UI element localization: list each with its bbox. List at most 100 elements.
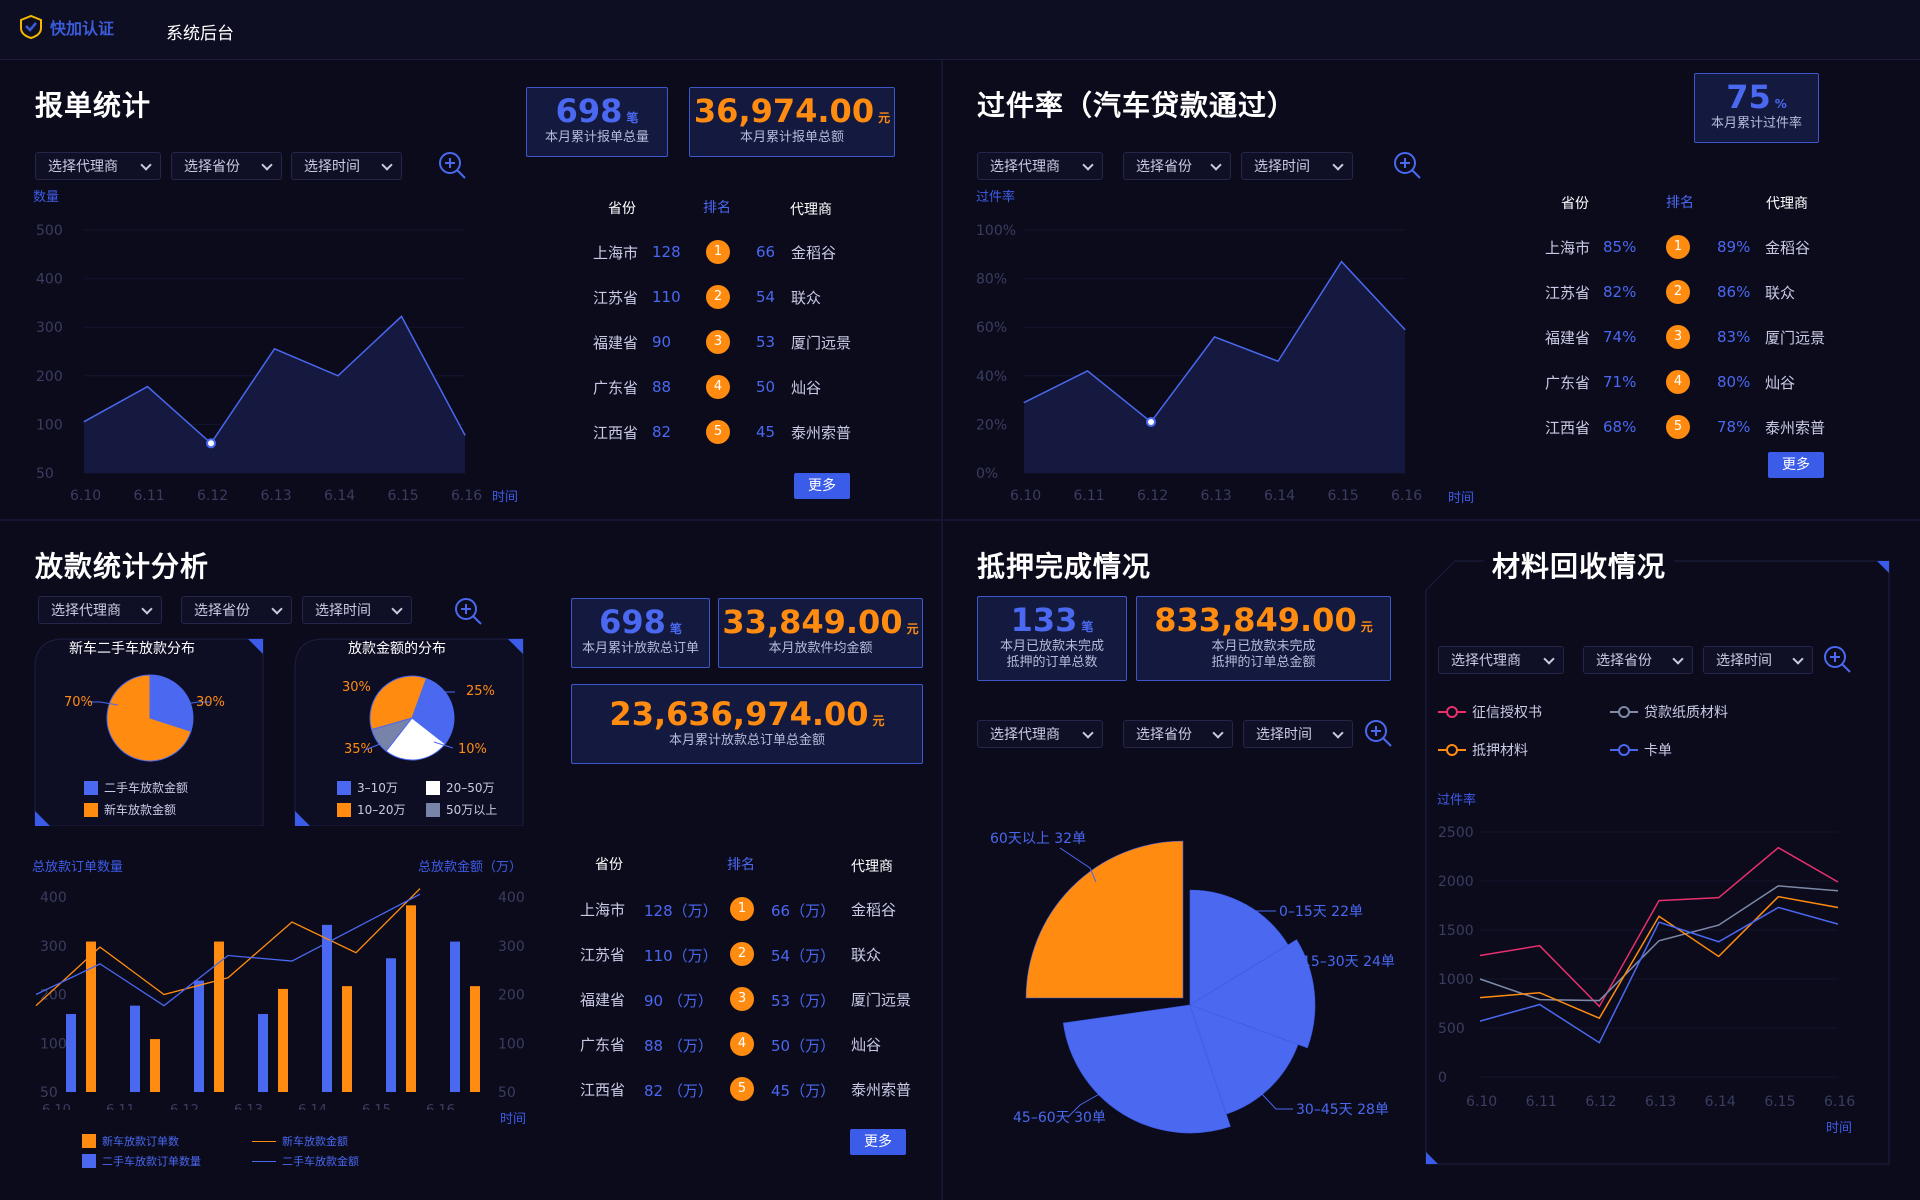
legend-label: 二手车放款金额	[282, 1155, 359, 1168]
material-xlabel: 时间	[1826, 1121, 1853, 1136]
select-label: 选择时间	[1716, 653, 1772, 669]
legend-label: 新车放款金额	[282, 1135, 348, 1148]
loan-average-kpi: 33,849.00 元 本月放款件均金额	[718, 598, 923, 668]
report-more-button[interactable]: 更多	[794, 473, 850, 499]
zoom-in-icon[interactable]	[1363, 718, 1393, 748]
report-time-select[interactable]: 选择时间	[291, 152, 402, 180]
value-cell: 50	[756, 378, 776, 396]
province-cell: 江西省	[1545, 419, 1591, 437]
value-cell: 110（万）	[644, 947, 718, 965]
data-point	[83, 421, 85, 423]
bar	[66, 1014, 76, 1092]
data-point	[1087, 370, 1088, 372]
loan-time-select[interactable]: 选择时间	[302, 596, 412, 624]
legend-swatch	[84, 780, 98, 795]
y-tick-label: 200	[36, 369, 63, 385]
kpi-unit: 笔	[1081, 620, 1094, 634]
report-title: 报单统计	[35, 89, 152, 122]
x-tick-label: 6.14	[1705, 1094, 1736, 1110]
report-agent-select[interactable]: 选择代理商	[35, 152, 161, 180]
value-cell: 110	[652, 288, 681, 306]
series-line	[1479, 906, 1839, 1044]
passrate-more-button[interactable]: 更多	[1768, 452, 1824, 478]
value-cell: 80%	[1717, 373, 1751, 391]
agent-cell: 泰州索普	[1765, 419, 1826, 437]
value-cell: 78%	[1717, 418, 1751, 436]
value-cell: 45	[756, 423, 776, 441]
province-cell: 江西省	[580, 1081, 626, 1099]
bar	[406, 905, 416, 1092]
kpi-value: 698	[599, 603, 666, 641]
province-cell: 广东省	[593, 379, 639, 397]
zoom-in-icon[interactable]	[437, 150, 467, 180]
y-tick-label: 50	[40, 1085, 58, 1101]
x-tick-label: 6.14	[1264, 488, 1295, 504]
passrate-agent-select[interactable]: 选择代理商	[977, 152, 1103, 180]
legend-item: 二手车放款金额	[84, 779, 188, 796]
x-tick-label: 6.16	[426, 1103, 455, 1110]
bar-xlabel: 时间	[500, 1112, 527, 1127]
value-cell: 82%	[1603, 283, 1637, 301]
kpi-value: 833,849.00	[1154, 601, 1357, 639]
legend-label: 新车放款订单数	[102, 1135, 179, 1148]
legend-label: 50万以上	[446, 803, 498, 817]
zoom-in-icon[interactable]	[1392, 150, 1422, 180]
chevron-down-icon	[1212, 727, 1224, 739]
material-line-chart: 2500 2000 1500 1000 500 0 6.10 6.11 6.12 6.13 6.14…	[1438, 825, 1855, 1110]
mortgage-time-select[interactable]: 选择时间	[1243, 720, 1353, 748]
y-tick-label: 0	[1438, 1070, 1447, 1086]
y-tick-label: 50	[498, 1085, 516, 1101]
agent-cell: 灿谷	[791, 379, 822, 397]
kpi-unit: 元	[1360, 620, 1373, 634]
material-time-select[interactable]: 选择时间	[1703, 646, 1813, 674]
mortgage-province-select[interactable]: 选择省份	[1123, 720, 1233, 748]
legend-label: 二手车放款金额	[104, 781, 189, 795]
agent-cell: 泰州索普	[791, 424, 852, 442]
material-ylabel: 过件率	[1437, 793, 1477, 808]
loan-province-select[interactable]: 选择省份	[181, 596, 292, 624]
passrate-province-select[interactable]: 选择省份	[1123, 152, 1231, 180]
x-tick-label: 6.12	[197, 488, 228, 504]
agent-cell: 厦门远景	[851, 991, 912, 1009]
legend-swatch	[426, 780, 440, 795]
x-tick-label: 6.11	[106, 1103, 135, 1110]
loan-agent-select[interactable]: 选择代理商	[38, 596, 162, 624]
data-label: 30%	[196, 695, 225, 710]
value-cell: 82 （万）	[644, 1082, 713, 1100]
legend-label: 征信授权书	[1472, 705, 1542, 721]
agent-cell: 灿谷	[1765, 374, 1796, 392]
material-agent-select[interactable]: 选择代理商	[1438, 646, 1564, 674]
amount-distribution-pie-chart: 30% 25% 10% 35%	[342, 675, 495, 761]
zoom-in-icon[interactable]	[453, 596, 483, 626]
report-amount-kpi: 36,974.00 元 本月累计报单总额	[689, 87, 895, 157]
chevron-down-icon	[1082, 727, 1094, 739]
agent-cell: 联众	[791, 289, 822, 307]
rank-badge: 5	[706, 420, 730, 444]
x-tick-label: 6.16	[1824, 1094, 1855, 1110]
data-point	[464, 434, 466, 436]
y-tick-label: 50	[36, 466, 54, 482]
province-cell: 上海市	[1545, 239, 1591, 257]
mortgage-agent-select[interactable]: 选择代理商	[977, 720, 1103, 748]
select-label: 选择代理商	[51, 603, 121, 619]
col-province: 省份	[608, 201, 636, 217]
x-tick-label: 6.16	[451, 488, 482, 504]
material-province-select[interactable]: 选择省份	[1583, 646, 1693, 674]
horizontal-divider	[0, 519, 1920, 521]
passrate-time-select[interactable]: 选择时间	[1241, 152, 1353, 180]
report-province-select[interactable]: 选择省份	[171, 152, 282, 180]
value-cell: 50（万）	[771, 1037, 836, 1055]
kpi-caption: 抵押的订单总数	[1006, 655, 1098, 670]
zoom-in-icon[interactable]	[1822, 644, 1852, 674]
loan-more-button[interactable]: 更多	[850, 1129, 906, 1155]
province-cell: 福建省	[593, 334, 639, 352]
logo[interactable]: 快加认证	[18, 14, 114, 40]
y-tick-label: 400	[40, 890, 67, 906]
province-cell: 广东省	[580, 1036, 626, 1054]
col-province: 省份	[595, 857, 623, 873]
new-used-pie-chart: 70% 30%	[64, 674, 225, 762]
data-point	[147, 386, 148, 388]
area-fill	[84, 316, 465, 473]
value-cell: 128（万）	[644, 902, 718, 920]
select-label: 选择时间	[1254, 159, 1310, 175]
